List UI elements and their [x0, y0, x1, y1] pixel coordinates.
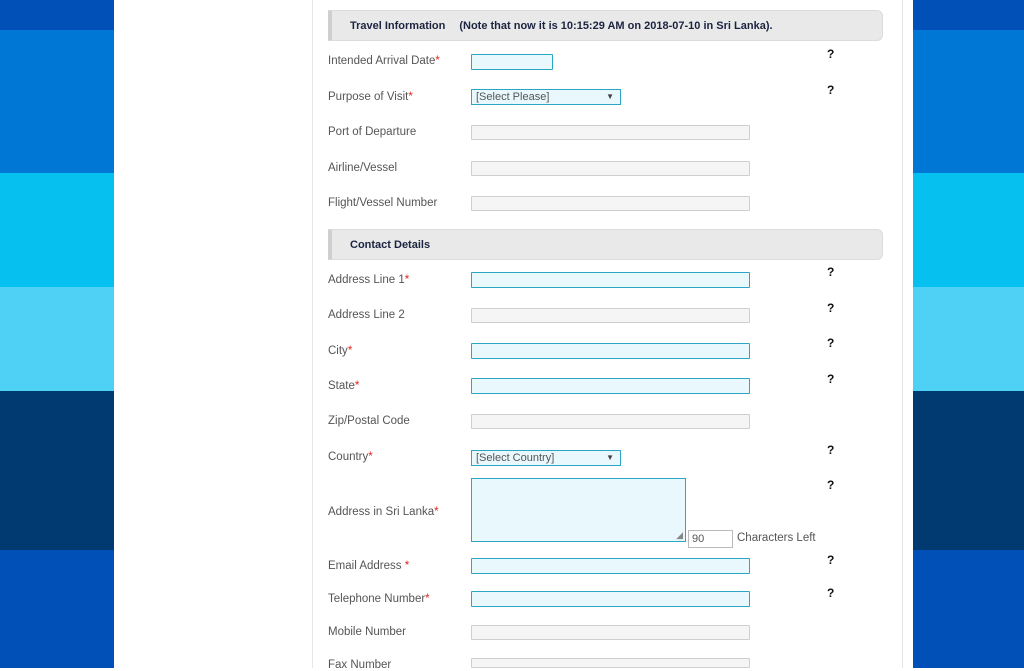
help-icon[interactable]: ?	[827, 586, 834, 600]
stripe	[913, 0, 1024, 30]
characters-left-label: Characters Left	[737, 532, 816, 544]
section-title: Travel Information	[350, 19, 446, 32]
help-icon[interactable]: ?	[827, 47, 834, 61]
mobile-number-label: Mobile Number	[328, 626, 406, 638]
flight-number-input[interactable]	[471, 196, 750, 211]
address-sri-lanka-textarea[interactable]: ◢	[471, 478, 686, 542]
help-icon[interactable]: ?	[827, 372, 834, 386]
zip-code-label: Zip/Postal Code	[328, 415, 410, 427]
stripe	[0, 30, 114, 173]
flight-number-label: Flight/Vessel Number	[328, 197, 438, 209]
stripe	[0, 391, 114, 550]
country-label: Country*	[328, 451, 373, 463]
stripe	[913, 391, 1024, 550]
help-icon[interactable]: ?	[827, 265, 834, 279]
stripe	[913, 173, 1024, 287]
fax-number-label: Fax Number	[328, 659, 392, 671]
left-background-stripes	[0, 0, 114, 668]
city-input[interactable]	[471, 343, 750, 359]
mobile-number-input[interactable]	[471, 625, 750, 640]
help-icon[interactable]: ?	[827, 478, 834, 492]
state-input[interactable]	[471, 378, 750, 394]
contact-details-header: Contact Details	[328, 229, 883, 260]
fax-number-input[interactable]	[471, 658, 750, 668]
email-input[interactable]	[471, 558, 750, 574]
stripe	[0, 287, 114, 391]
address-sri-lanka-label: Address in Sri Lanka*	[328, 506, 439, 518]
country-select[interactable]: [Select Country] ▼	[471, 450, 621, 466]
port-of-departure-label: Port of Departure	[328, 126, 417, 138]
resize-handle-icon[interactable]: ◢	[676, 531, 683, 540]
stripe	[0, 0, 114, 30]
time-note: (Note that now it is 10:15:29 AM on 2018…	[459, 19, 773, 32]
telephone-label: Telephone Number*	[328, 593, 430, 605]
stripe	[913, 30, 1024, 173]
section-title: Contact Details	[350, 238, 431, 251]
stripe	[0, 173, 114, 287]
stripe	[913, 287, 1024, 391]
airline-vessel-input[interactable]	[471, 161, 750, 176]
right-background-stripes	[913, 0, 1024, 668]
help-icon[interactable]: ?	[827, 443, 834, 457]
address-line-1-label: Address Line 1*	[328, 274, 410, 286]
travel-information-header: Travel Information (Note that now it is …	[328, 10, 883, 41]
chevron-down-icon: ▼	[606, 453, 614, 462]
stripe	[0, 550, 114, 668]
port-of-departure-input[interactable]	[471, 125, 750, 140]
zip-code-input[interactable]	[471, 414, 750, 429]
state-label: State*	[328, 380, 360, 392]
telephone-input[interactable]	[471, 591, 750, 607]
help-icon[interactable]: ?	[827, 336, 834, 350]
help-icon[interactable]: ?	[827, 83, 834, 97]
address-line-1-input[interactable]	[471, 272, 750, 288]
characters-left-counter: 90	[688, 530, 733, 548]
purpose-of-visit-label: Purpose of Visit*	[328, 91, 413, 103]
chevron-down-icon: ▼	[606, 92, 614, 101]
stripe	[913, 550, 1024, 668]
help-icon[interactable]: ?	[827, 553, 834, 567]
airline-vessel-label: Airline/Vessel	[328, 162, 398, 174]
city-label: City*	[328, 345, 353, 357]
help-icon[interactable]: ?	[827, 301, 834, 315]
address-line-2-label: Address Line 2	[328, 309, 405, 321]
arrival-date-input[interactable]	[471, 54, 553, 70]
purpose-of-visit-select[interactable]: [Select Please] ▼	[471, 89, 621, 105]
email-label: Email Address *	[328, 560, 410, 572]
address-line-2-input[interactable]	[471, 308, 750, 323]
arrival-date-label: Intended Arrival Date*	[328, 55, 440, 67]
